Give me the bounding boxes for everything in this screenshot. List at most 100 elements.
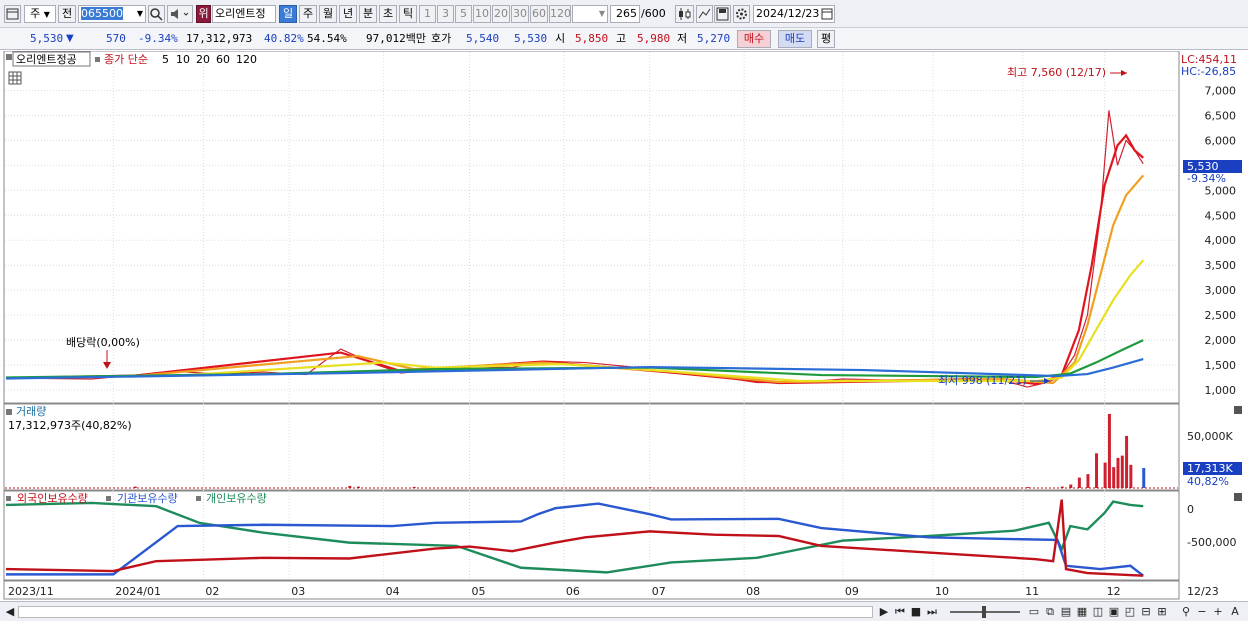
tab-year-label: 년 (342, 7, 354, 20)
zoom-in-icon[interactable]: + (1212, 605, 1224, 619)
date-input[interactable]: 2024/12/23 (753, 5, 835, 23)
interval-120[interactable]: 120 (549, 5, 571, 23)
high-price: 5,980 (637, 32, 671, 45)
date-tick-label: 07 (652, 585, 666, 598)
interval-30[interactable]: 30 (511, 5, 529, 23)
search-icon[interactable] (148, 5, 165, 23)
price-tick-label: 4,000 (1205, 234, 1237, 247)
stock-name-value: 오리엔트정 (215, 7, 266, 20)
date-tick-label: 03 (291, 585, 305, 598)
volume-tick-50m: 50,000K (1187, 430, 1233, 443)
down-arrow-icon: ▼ (66, 33, 74, 44)
interval-1[interactable]: 1 (419, 5, 436, 23)
chart-menu-icon[interactable] (4, 5, 21, 23)
chart-svg[interactable]: 1,000 1,500 2,000 2,500 3,000 3,500 4,000 4,500… (0, 50, 1248, 603)
stock-name-field[interactable]: 오리엔트정 (212, 5, 276, 23)
volume-bar (1086, 474, 1090, 488)
tab-minute[interactable]: 분 (359, 5, 377, 23)
scroll-right-icon[interactable]: ▶ (878, 605, 890, 619)
interval-60[interactable]: 60 (530, 5, 548, 23)
tab-day[interactable]: 일 (279, 5, 297, 23)
first-page-icon[interactable]: ⏮ (893, 605, 907, 619)
table-view-icon[interactable] (8, 71, 22, 85)
save-icon[interactable] (714, 5, 731, 23)
stock-code-value: 065500 (81, 7, 123, 20)
price-tick-label: 4,500 (1205, 209, 1237, 222)
gear-icon[interactable] (733, 5, 750, 23)
stock-code-input[interactable]: 065500 ▼ (78, 5, 146, 23)
panel-handle-icon[interactable] (6, 409, 12, 415)
layout-icon[interactable]: ◰ (1123, 605, 1137, 619)
layout-icon[interactable]: ▦ (1075, 605, 1089, 619)
layout-icon[interactable]: ▭ (1027, 605, 1041, 619)
layout-icon[interactable]: ◫ (1091, 605, 1105, 619)
text-size-icon[interactable]: A (1228, 605, 1242, 619)
zoom-slider-handle[interactable] (982, 606, 986, 618)
candle-type-icon[interactable] (675, 5, 694, 23)
count-input[interactable]: 265 (610, 5, 640, 23)
close-panel-icon[interactable] (1234, 406, 1242, 414)
date-tick-label: 12/23 (1187, 585, 1219, 598)
period-select-value: 주 (30, 7, 41, 20)
open-label: 시 (555, 32, 566, 45)
ma-title: 종가 단순 (104, 53, 148, 66)
interval-custom-select[interactable]: ▼ (572, 5, 608, 23)
scroll-left-icon[interactable]: ◀ (4, 605, 16, 619)
volume-current-pct: 40,82% (1187, 475, 1229, 488)
last-page-icon[interactable]: ⏭ (925, 605, 939, 619)
layout-icon[interactable]: ▣ (1107, 605, 1121, 619)
open-price: 5,850 (575, 32, 609, 45)
draw-tool-icon[interactable] (696, 5, 713, 23)
stop-icon[interactable]: ■ (909, 605, 923, 619)
interval-5[interactable]: 5 (455, 5, 472, 23)
buy-button[interactable]: 매수 (737, 30, 771, 48)
date-tick-label: 09 (845, 585, 859, 598)
tab-tick[interactable]: 틱 (399, 5, 417, 23)
period-select[interactable]: 주 ▼ (24, 5, 56, 23)
horizontal-scrollbar[interactable] (18, 606, 873, 618)
calendar-icon[interactable] (821, 7, 833, 22)
eval-label: 평 (820, 32, 832, 45)
date-value: 2024/12/23 (756, 7, 820, 20)
volume-bar (1077, 477, 1081, 488)
panel-handle-icon[interactable] (196, 496, 201, 501)
close-panel-icon[interactable] (1234, 493, 1242, 501)
panel-handle-icon[interactable] (6, 496, 11, 501)
tab-month-label: 월 (322, 7, 334, 20)
count-value: 265 (616, 7, 637, 20)
layout-icon[interactable]: ⊞ (1155, 605, 1169, 619)
tab-second[interactable]: 초 (379, 5, 397, 23)
interval-10[interactable]: 10 (473, 5, 491, 23)
tab-year[interactable]: 년 (339, 5, 357, 23)
interval-label: 3 (442, 7, 449, 20)
interval-label: 20 (494, 7, 508, 20)
jeon-button[interactable]: 전 (58, 5, 76, 23)
price-axis: 1,000 1,500 2,000 2,500 3,000 3,500 4,000 4,500… (1205, 84, 1237, 397)
low-price: 5,270 (697, 32, 731, 45)
low-annotation: 최저 998 (11/21) (938, 374, 1027, 387)
layout-icon[interactable]: ▤ (1059, 605, 1073, 619)
chart-area[interactable]: 1,000 1,500 2,000 2,500 3,000 3,500 4,000 4,500… (0, 50, 1248, 603)
panel-handle-icon[interactable] (6, 54, 12, 60)
interval-3[interactable]: 3 (437, 5, 454, 23)
eval-button[interactable]: 평 (817, 30, 835, 48)
zoom-search-icon[interactable]: ⚲ (1179, 605, 1193, 619)
legend-foreign: 외국인보유수량 (17, 492, 88, 505)
volume-title: 거래량 (16, 405, 46, 418)
layout-icon[interactable]: ⧉ (1043, 605, 1057, 619)
speaker-icon[interactable] (167, 5, 193, 23)
price-tick-label: 5,000 (1205, 184, 1237, 197)
interval-20[interactable]: 20 (492, 5, 510, 23)
buy-label: 매수 (743, 32, 765, 45)
tab-week[interactable]: 주 (299, 5, 317, 23)
jeon-label: 전 (61, 7, 73, 20)
panel-handle-icon[interactable] (95, 57, 100, 62)
zoom-out-icon[interactable]: − (1196, 605, 1208, 619)
main-toolbar: 주 ▼ 전 065500 ▼ 위 오리엔트정 일 주 월 년 분 초 틱 1 3… (0, 0, 1248, 28)
sell-button[interactable]: 매도 (778, 30, 812, 48)
price-tick-label: 1,000 (1205, 384, 1237, 397)
tab-month[interactable]: 월 (319, 5, 337, 23)
panel-handle-icon[interactable] (106, 496, 111, 501)
chevron-down-icon[interactable]: ▼ (137, 6, 143, 22)
layout-icon[interactable]: ⊟ (1139, 605, 1153, 619)
